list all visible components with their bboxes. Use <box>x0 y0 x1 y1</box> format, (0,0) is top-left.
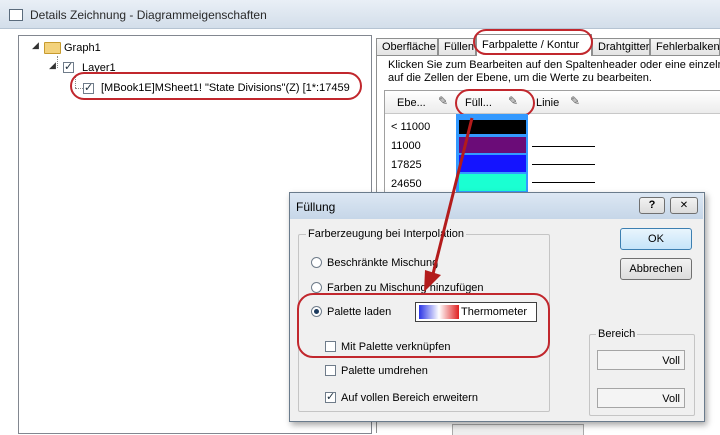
annotation-arrow-head <box>424 270 441 292</box>
annotation-arrow <box>424 117 474 292</box>
annotation-arrow-shaft <box>430 117 474 279</box>
annotation-oval-tab <box>473 29 593 55</box>
